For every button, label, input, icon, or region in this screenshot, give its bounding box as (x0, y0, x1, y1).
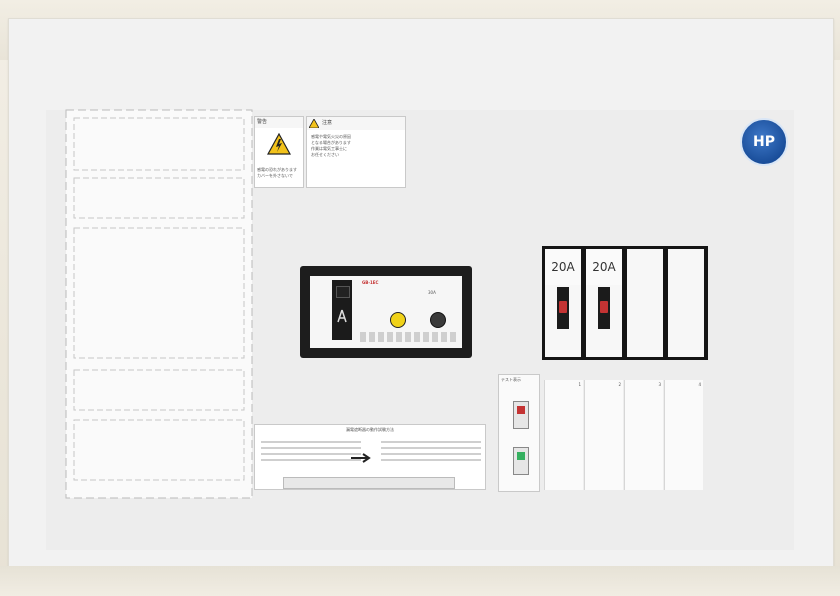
leakage-breaker: GB-1EC 30A (300, 266, 472, 358)
arrow-right-icon (351, 453, 371, 463)
branch-breaker-row: 20A 20A (542, 246, 708, 360)
leakage-breaker-rating: 30A (428, 290, 436, 295)
test-indicator-label: テスト表示 (501, 377, 521, 382)
mini-slot-4: 4 (664, 380, 703, 490)
warning-line: カバーを外さないで (257, 173, 293, 178)
logo-text: HP (753, 134, 775, 150)
bottom-shadow (0, 566, 840, 596)
test-instruction-label: 漏電遮断器の動作試験方法 (254, 424, 486, 490)
certification-logo: HP (740, 118, 788, 166)
breaker-rating: 20A (551, 260, 575, 274)
main-switch-slot (332, 280, 352, 340)
leakage-breaker-text-block (360, 332, 456, 342)
reset-button[interactable] (430, 312, 446, 328)
test-instruction-title: 漏電遮断器の動作試験方法 (346, 427, 394, 432)
distribution-board-photo: 警告 感電の恐れがあります カバーを外さないで 注意 感電や電気火災の原因 とな… (0, 0, 840, 596)
branch-breaker-2: 20A (586, 249, 622, 357)
breaker-slot (557, 287, 569, 329)
indicator-switch-red[interactable] (513, 401, 529, 429)
blank-slot-2 (668, 249, 704, 357)
lower-switch-panel: テスト表示 1 2 3 4 (498, 374, 708, 492)
caution-label-header: 注意 (322, 120, 333, 126)
instruction-footer-bar (283, 477, 455, 489)
warning-label-1: 警告 感電の恐れがあります カバーを外さないで (254, 116, 304, 188)
warning-label-1-header: 警告 (255, 117, 303, 128)
caution-label: 注意 感電や電気火災の原因 となる場合があります 作業は電気工事士に お任せくだ… (306, 116, 406, 188)
warning-triangle-icon (267, 133, 291, 155)
caution-line: お任せください (311, 152, 339, 157)
breaker-rating: 20A (592, 260, 616, 274)
main-switch-handle[interactable] (336, 286, 350, 298)
indicator-switch-green[interactable] (513, 447, 529, 475)
breaker-toggle[interactable] (559, 301, 567, 313)
breaker-toggle[interactable] (600, 301, 608, 313)
mini-slot-2: 2 (584, 380, 623, 490)
test-indicator-panel: テスト表示 (498, 374, 540, 492)
lightning-symbol-icon (337, 309, 347, 323)
leakage-breaker-face: GB-1EC 30A (310, 276, 462, 348)
branch-breaker-1: 20A (545, 249, 581, 357)
leakage-breaker-model: GB-1EC (362, 280, 379, 285)
left-breaker-area (65, 109, 253, 499)
mini-slot-3: 3 (624, 380, 663, 490)
blank-slot-1 (627, 249, 663, 357)
test-button[interactable] (390, 312, 406, 328)
breaker-slot (598, 287, 610, 329)
mini-slot-1: 1 (544, 380, 583, 490)
caution-triangle-icon (309, 119, 319, 128)
